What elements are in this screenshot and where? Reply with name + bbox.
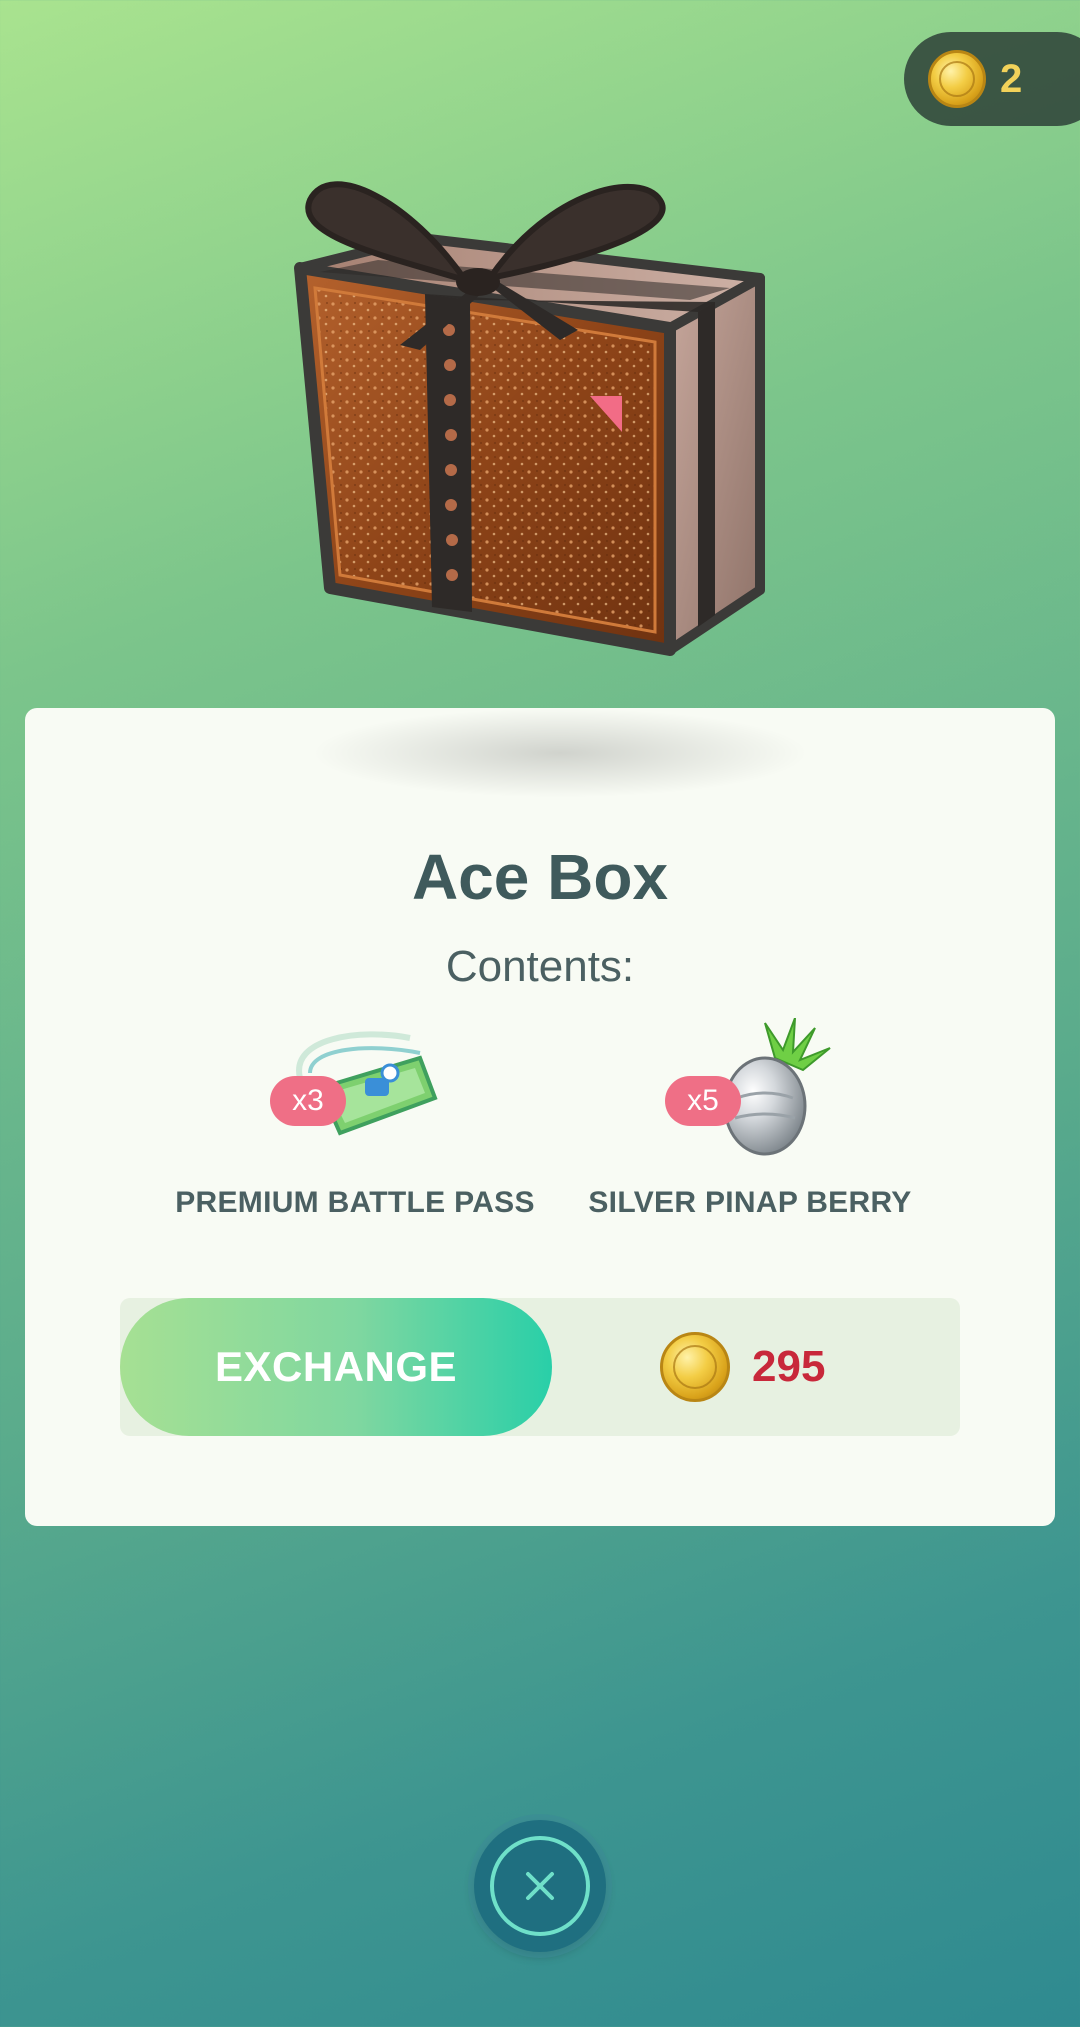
coin-balance: 2 bbox=[904, 32, 1080, 126]
contents-label: Contents: bbox=[445, 942, 635, 991]
content-item-name: SILVER PINAP BERRY bbox=[588, 1186, 912, 1219]
content-item-premium-battle-pass: x3 PREMIUM BATTLE PASS bbox=[155, 1018, 555, 1248]
quantity-badge: x5 bbox=[665, 1076, 741, 1126]
price-amount: 295 bbox=[752, 1342, 826, 1391]
exchange-row: EXCHANGE 295 bbox=[120, 1298, 960, 1436]
close-button[interactable] bbox=[474, 1820, 606, 1952]
content-item-silver-pinap-berry: x5 SILVER PINAP BERRY bbox=[550, 1017, 950, 1248]
close-icon bbox=[490, 1836, 590, 1936]
exchange-button[interactable]: EXCHANGE bbox=[120, 1298, 552, 1436]
pokecoin-icon bbox=[660, 1332, 730, 1402]
item-detail-card: Ace Box Contents: x3 PREMIUM BATTLE PASS bbox=[25, 708, 1055, 1526]
coin-balance-count: 2 bbox=[1000, 56, 1023, 101]
item-title: Ace Box bbox=[411, 841, 669, 913]
quantity-badge: x3 bbox=[270, 1076, 346, 1126]
price: 295 bbox=[660, 1298, 825, 1436]
pokecoin-icon bbox=[928, 50, 986, 108]
ace-box-image bbox=[294, 181, 765, 656]
